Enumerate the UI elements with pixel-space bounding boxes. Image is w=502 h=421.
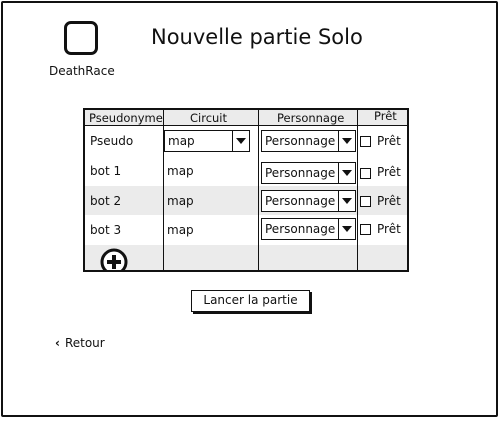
- players-table: Pseudonyme Circuit Personnage Prêt Pseud…: [83, 108, 409, 272]
- chevron-down-icon[interactable]: [338, 191, 355, 211]
- row-pseudo: bot 3: [90, 223, 122, 237]
- header-pseudonyme: Pseudonyme: [89, 111, 163, 125]
- ready-checkbox[interactable]: [360, 224, 371, 235]
- header-circuit: Circuit: [190, 111, 228, 125]
- circuit-select[interactable]: map: [164, 130, 250, 152]
- ready-checkbox[interactable]: [360, 168, 371, 179]
- ready-checkbox[interactable]: [360, 196, 371, 207]
- row-circuit: map: [167, 164, 194, 178]
- row-circuit: map: [167, 223, 194, 237]
- chevron-down-icon[interactable]: [338, 131, 355, 151]
- chevron-down-icon[interactable]: [338, 219, 355, 239]
- personnage-select-value: Personnage: [265, 134, 336, 148]
- plus-circle-icon[interactable]: [100, 248, 128, 272]
- chevron-left-icon: ‹: [55, 336, 60, 350]
- personnage-select[interactable]: Personnage: [261, 162, 356, 184]
- ready-checkbox[interactable]: [360, 136, 371, 147]
- chevron-down-icon[interactable]: [338, 163, 355, 183]
- back-link[interactable]: ‹ Retour: [55, 336, 105, 350]
- personnage-select[interactable]: Personnage: [261, 130, 356, 152]
- ready-label: Prêt: [377, 134, 401, 148]
- row-pseudo: bot 2: [90, 194, 122, 208]
- ready-label: Prêt: [377, 194, 401, 208]
- back-link-label: Retour: [64, 336, 105, 350]
- page-title: Nouvelle partie Solo: [151, 25, 363, 49]
- row-stripe: [85, 186, 407, 215]
- personnage-select-value: Personnage: [265, 194, 336, 208]
- app-logo-icon: [64, 21, 98, 55]
- row-stripe: [85, 245, 407, 270]
- launch-game-button[interactable]: Lancer la partie: [191, 290, 310, 312]
- personnage-select[interactable]: Personnage: [261, 218, 356, 240]
- personnage-select-value: Personnage: [265, 222, 336, 236]
- header-pret: Prêt: [374, 109, 397, 123]
- row-pseudo: bot 1: [90, 164, 122, 178]
- personnage-select[interactable]: Personnage: [261, 190, 356, 212]
- chevron-down-icon[interactable]: [232, 131, 249, 151]
- circuit-select-value: map: [168, 134, 195, 148]
- header-divider: [85, 125, 407, 126]
- row-circuit: map: [167, 194, 194, 208]
- column-divider: [258, 110, 259, 270]
- header-personnage: Personnage: [277, 111, 345, 125]
- ready-label: Prêt: [377, 165, 401, 179]
- personnage-select-value: Personnage: [265, 166, 336, 180]
- app-logo-text: DeathRace: [49, 64, 115, 78]
- ready-label: Prêt: [377, 222, 401, 236]
- row-pseudo: Pseudo: [90, 134, 134, 148]
- column-divider: [357, 110, 358, 270]
